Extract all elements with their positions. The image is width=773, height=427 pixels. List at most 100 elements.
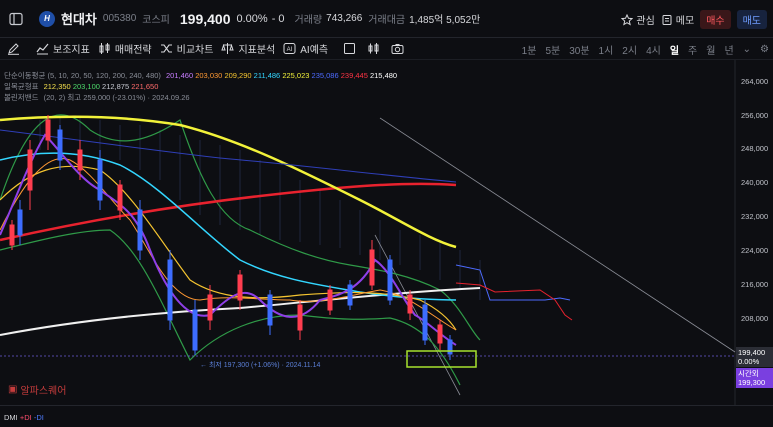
svg-text:AI: AI <box>287 47 293 53</box>
current-price-tag-pct: 0.00% <box>738 357 760 366</box>
ichimoku-value: 212,875 <box>102 82 130 91</box>
dmi-label: DMI <box>4 413 18 422</box>
price-chart[interactable]: 264,000 256,000 248,000 240,000 232,000 … <box>0 60 773 405</box>
price-tick: 232,000 <box>741 212 768 221</box>
price-tick: 248,000 <box>741 144 768 153</box>
screenshot-button[interactable] <box>390 42 404 56</box>
layout-toggle-button[interactable] <box>342 42 356 56</box>
settings-gear-icon[interactable]: ⚙ <box>760 44 769 55</box>
alphasquare-logo-icon: ▣ <box>8 384 18 395</box>
period-year[interactable]: 년 <box>724 42 733 57</box>
ichimoku-legend-row[interactable]: 일목균형표 212,350 203,100 212,875 221,650 <box>4 81 397 92</box>
compare-button[interactable]: 비교차트 <box>160 41 213 56</box>
chart-toolbar: 보조지표 매매전략 비교차트 지표분석 AI AI예측 1분 5분 30분 1시… <box>0 38 773 60</box>
ai-predict-label: AI예측 <box>300 45 329 56</box>
draw-tool-button[interactable] <box>6 42 20 56</box>
candlestick-icon <box>368 43 379 54</box>
price-tick: 208,000 <box>741 314 768 323</box>
brand-name: 알파스퀘어 <box>20 386 67 397</box>
ai-predict-button[interactable]: AI AI예측 <box>283 41 328 56</box>
change-percent: 0.00% <box>236 12 268 25</box>
buy-button[interactable]: 매수 <box>700 10 731 29</box>
strategy-button[interactable]: 매매전략 <box>98 41 152 56</box>
change-value: - 0 <box>271 12 285 25</box>
panel-divider[interactable] <box>0 405 773 406</box>
dmi-plus-label: +DI <box>19 413 32 422</box>
brand-watermark: ▣ 알파스퀘어 <box>8 382 66 397</box>
stock-code: 005380 <box>102 13 137 24</box>
low-price-annotation: ← 최저 197,300 (+1.06%) · 2024.11.14 <box>200 360 320 370</box>
watchlist-button[interactable]: 관심 <box>621 12 655 27</box>
ma-200-line <box>0 129 457 183</box>
trendline[interactable] <box>379 117 736 353</box>
sidebar-icon <box>9 12 23 25</box>
indicator-label: 보조지표 <box>53 45 90 56</box>
period-5min[interactable]: 5분 <box>545 42 560 57</box>
ma-200-value: 235,086 <box>311 71 339 80</box>
star-icon <box>621 13 634 26</box>
square-icon <box>343 43 355 54</box>
ma-5-value: 201,460 <box>166 71 194 80</box>
current-price-tag-value: 199,400 <box>738 348 766 357</box>
more-chevron-icon[interactable]: ⌄ <box>743 44 751 55</box>
ichimoku-cloud <box>39 118 481 300</box>
dmi-indicator-label[interactable]: DMI +DI -DI <box>4 413 44 422</box>
period-month[interactable]: 월 <box>706 42 715 57</box>
ma-120-line <box>0 115 457 249</box>
analysis-label: 지표분석 <box>238 45 276 56</box>
period-week[interactable]: 주 <box>688 42 697 57</box>
stock-header: H 현대차 005380 코스피 199,400 0.00% - 0 거래량 7… <box>0 0 773 38</box>
period-selector: 1분 5분 30분 1시 2시 4시 일 주 월 년 ⌄ ⚙ <box>522 38 769 60</box>
ma-legend-row[interactable]: 단순이동평균 (5, 10, 20, 50, 120, 200, 240, 48… <box>4 70 397 81</box>
stock-name[interactable]: 현대차 <box>61 9 97 28</box>
shuffle-icon <box>160 44 172 53</box>
ma-50-value: 211,486 <box>253 71 281 80</box>
ma-legend-label: 단순이동평균 (5, 10, 20, 50, 120, 200, 240, 48… <box>4 71 161 80</box>
afterhours-price-tag: 시간외 199,300 <box>736 368 773 388</box>
current-price-tag: 199,400 0.00% <box>736 347 773 367</box>
ichimoku-value: 203,100 <box>72 82 100 91</box>
price-tick: 224,000 <box>741 246 768 255</box>
volume-value: 743,266 <box>326 13 363 24</box>
hyundai-logo: H <box>39 10 55 27</box>
period-4hour[interactable]: 4시 <box>646 42 661 57</box>
bollinger-legend-row[interactable]: 볼린저밴드 (20, 2) 최고 259,000 (-23.01%) · 202… <box>4 92 397 103</box>
dmi-minus-label: -DI <box>33 413 44 422</box>
toggle-sidebar-button[interactable] <box>5 8 27 30</box>
period-1min[interactable]: 1분 <box>522 42 537 57</box>
scale-icon <box>221 43 235 54</box>
ma-240-value: 239,445 <box>340 71 368 80</box>
period-day[interactable]: 일 <box>670 42 679 57</box>
amount-label: 거래대금 <box>368 15 406 26</box>
bollinger-legend-text: (20, 2) 최고 259,000 (-23.01%) · 2024.09.2… <box>43 93 190 102</box>
chart-type-button[interactable] <box>366 42 380 56</box>
ma-10-value: 203,030 <box>195 71 223 80</box>
afterhours-label: 시간외 <box>738 369 759 378</box>
ma-480-value: 215,480 <box>369 71 398 80</box>
current-price: 199,400 <box>179 10 231 27</box>
volume-label: 거래량 <box>294 15 323 26</box>
camera-icon <box>391 44 404 54</box>
ma-20-value: 209,290 <box>224 71 252 80</box>
period-30min[interactable]: 30분 <box>569 42 589 57</box>
price-tick: 264,000 <box>741 77 768 86</box>
trend-chart-icon <box>36 43 49 55</box>
trendline[interactable] <box>374 234 461 396</box>
period-1hour[interactable]: 1시 <box>599 42 614 57</box>
sell-button[interactable]: 매도 <box>736 10 767 29</box>
period-2hour[interactable]: 2시 <box>622 42 637 57</box>
amount-value: 1,485억 5,052만 <box>409 15 481 26</box>
memo-icon <box>662 14 672 25</box>
analysis-button[interactable]: 지표분석 <box>221 41 275 56</box>
ichimoku-value: 221,650 <box>131 82 159 91</box>
indicator-button[interactable]: 보조지표 <box>36 41 90 56</box>
ma-120-value: 225,023 <box>282 71 310 80</box>
watchlist-label: 관심 <box>636 16 655 27</box>
candle-strategy-icon <box>99 43 110 54</box>
indicator-legend: 단순이동평균 (5, 10, 20, 50, 120, 200, 240, 48… <box>4 70 397 103</box>
memo-label: 메모 <box>675 16 695 27</box>
price-tick: 216,000 <box>741 280 768 289</box>
memo-button[interactable]: 메모 <box>661 12 694 27</box>
arrow-left-icon: ← <box>200 362 209 369</box>
price-tick: 256,000 <box>741 111 768 120</box>
